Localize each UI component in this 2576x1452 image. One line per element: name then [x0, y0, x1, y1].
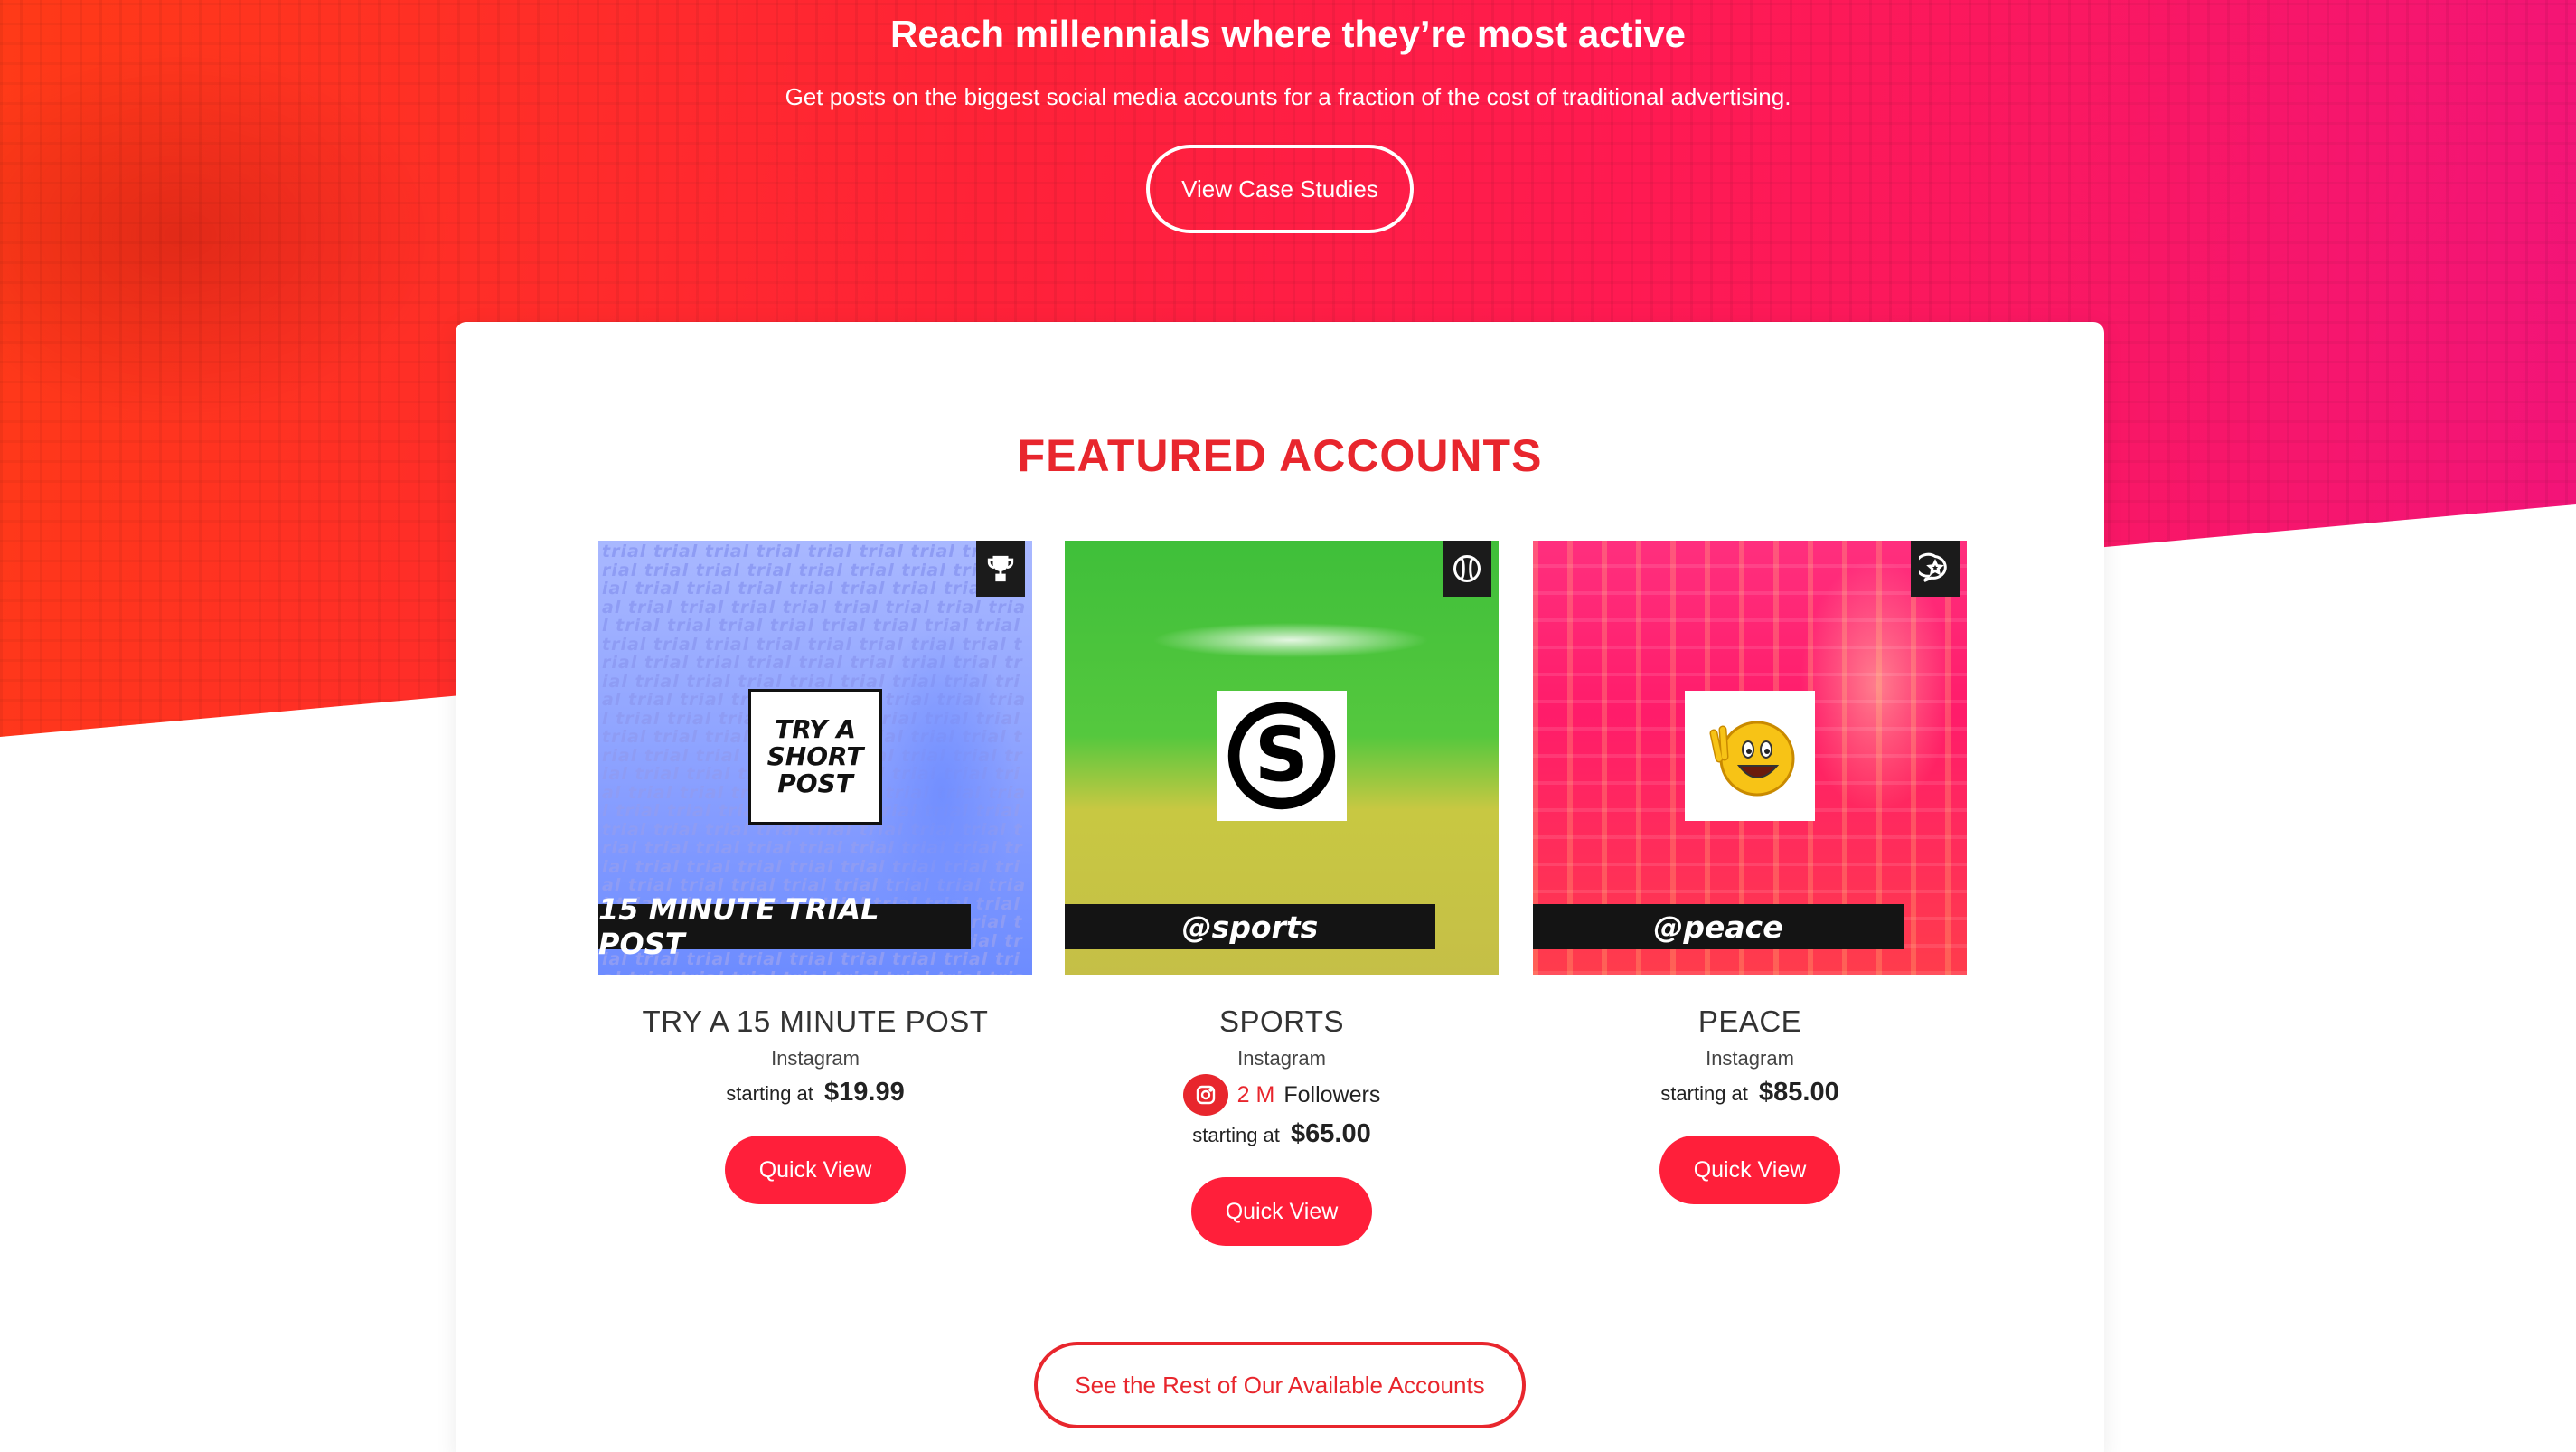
price-value: $19.99: [824, 1078, 905, 1107]
quick-view-button[interactable]: Quick View: [1191, 1177, 1372, 1246]
account-platform: Instagram: [1706, 1047, 1794, 1070]
account-card-trial: trial trial trial trial trial trial tria…: [598, 541, 1032, 1204]
peace-emoji-box: [1685, 691, 1815, 821]
sports-logo-box: S: [1217, 691, 1347, 821]
price-line: starting at $65.00: [1065, 1116, 1499, 1154]
account-platform: Instagram: [1237, 1047, 1326, 1070]
hero-title: Reach millennials where they’re most act…: [889, 13, 1687, 55]
account-thumbnail[interactable]: trial trial trial trial trial trial tria…: [598, 541, 1032, 975]
svg-text:S: S: [1255, 712, 1309, 799]
price-line: starting at $85.00: [1533, 1074, 1967, 1112]
account-card-sports: S @sports SPORTS Instagram 2 M Followers…: [1065, 541, 1499, 1246]
price-value: $85.00: [1759, 1078, 1839, 1107]
account-thumbnail[interactable]: S @sports: [1065, 541, 1499, 975]
sports-logo-icon: S: [1227, 702, 1336, 810]
starting-at-label: starting at: [1660, 1082, 1748, 1105]
quick-view-button[interactable]: Quick View: [725, 1136, 906, 1204]
trophy-icon: [976, 541, 1025, 597]
thumbnail-handle-bar: @sports: [1065, 904, 1435, 949]
peace-emoji-icon: [1709, 721, 1795, 797]
quick-view-button[interactable]: Quick View: [1659, 1136, 1840, 1204]
account-platform: Instagram: [771, 1047, 860, 1070]
baseball-icon: [1443, 541, 1491, 597]
hero-subtitle: Get posts on the biggest social media ac…: [785, 83, 1791, 110]
view-case-studies-button[interactable]: View Case Studies: [1146, 145, 1414, 233]
starting-at-label: starting at: [726, 1082, 813, 1105]
featured-accounts-panel: FEATURED ACCOUNTS trial trial trial tria…: [456, 322, 2104, 1452]
thumbnail-handle-bar: @peace: [1533, 904, 1904, 949]
account-name: TRY A 15 MINUTE POST: [642, 1004, 989, 1038]
diving-player-image: [1119, 604, 1462, 676]
followers-row: 2 M Followers: [1065, 1074, 1499, 1116]
starting-at-label: starting at: [1192, 1124, 1280, 1146]
account-name: PEACE: [1697, 1004, 1802, 1038]
try-short-post-text: TRY A SHORT POST: [766, 714, 864, 798]
account-name: SPORTS: [1218, 1004, 1345, 1038]
thumbnail-caption-bar: 15 MINUTE TRIAL POST: [598, 892, 971, 961]
account-card-peace: @peace PEACE Instagram starting at $85.0…: [1533, 541, 1967, 1204]
see-all-accounts-button[interactable]: See the Rest of Our Available Accounts: [1034, 1342, 1526, 1428]
price-value: $65.00: [1291, 1119, 1371, 1148]
chat-star-icon: [1911, 541, 1960, 597]
section-title: FEATURED ACCOUNTS: [1017, 430, 1543, 481]
account-thumbnail[interactable]: @peace: [1533, 541, 1967, 975]
try-short-post-box: TRY A SHORT POST: [748, 689, 882, 825]
instagram-icon: [1182, 1074, 1228, 1116]
followers-count: 2 M: [1236, 1081, 1275, 1108]
price-line: starting at $19.99: [598, 1074, 1032, 1112]
followers-label: Followers: [1283, 1081, 1381, 1108]
